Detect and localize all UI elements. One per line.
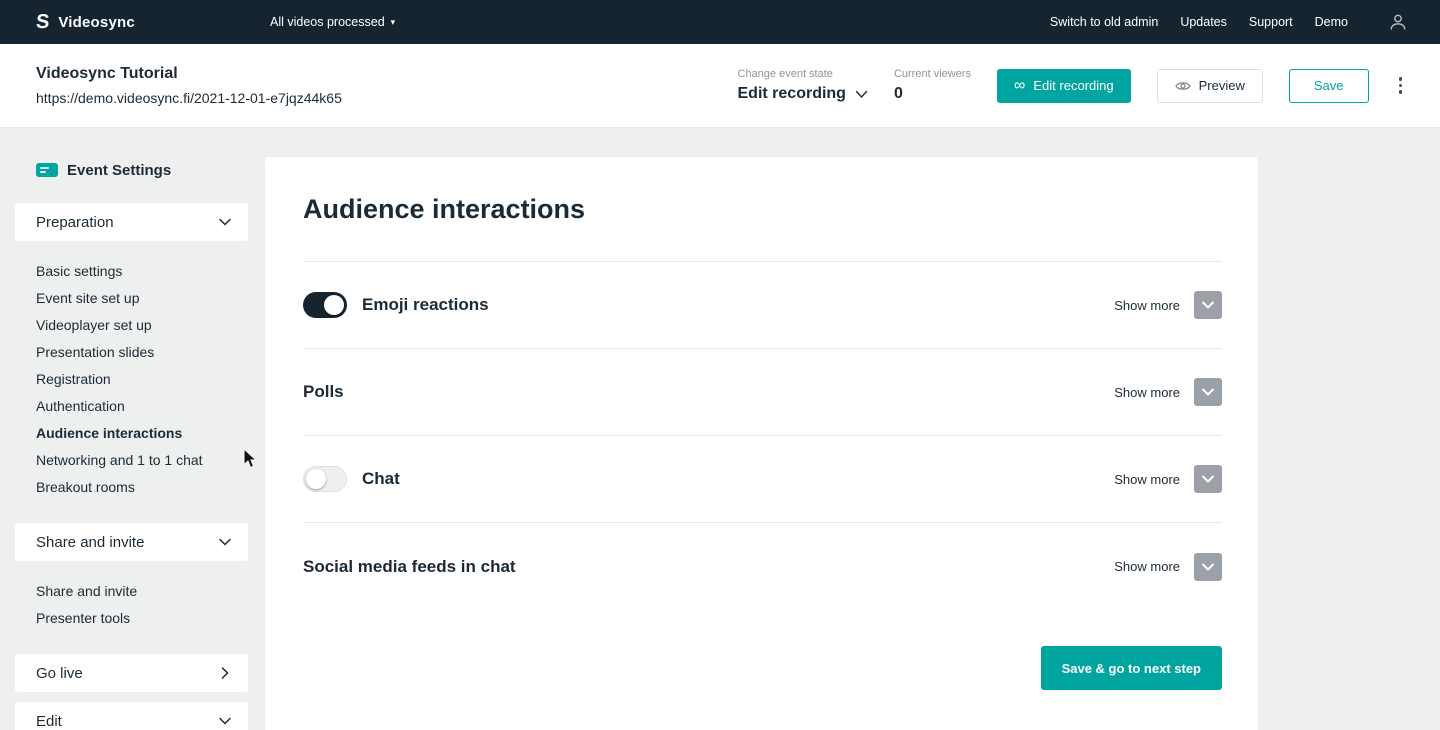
current-viewers-count: 0 — [894, 85, 971, 103]
event-state-value: Edit recording — [738, 85, 846, 103]
save-button[interactable]: Save — [1289, 69, 1369, 103]
link-support[interactable]: Support — [1249, 15, 1293, 29]
sidebar-item-event-site-set-up[interactable]: Event site set up — [36, 285, 248, 312]
videos-processed-label: All videos processed — [270, 15, 385, 29]
feature-label: Chat — [362, 469, 400, 489]
sidebar-item-networking-1to1-chat[interactable]: Networking and 1 to 1 chat — [36, 447, 248, 474]
feature-label: Emoji reactions — [362, 295, 489, 315]
preparation-items: Basic settings Event site set up Videopl… — [15, 258, 248, 501]
sidebar-item-authentication[interactable]: Authentication — [36, 393, 248, 420]
chevron-down-icon — [219, 538, 231, 546]
sidebar: Event Settings Preparation Basic setting… — [15, 155, 248, 730]
sidebar-item-share-and-invite[interactable]: Share and invite — [36, 578, 248, 605]
sidebar-section-go-live[interactable]: Go live — [15, 654, 248, 692]
preparation-label: Preparation — [36, 214, 114, 231]
expand-row-button[interactable] — [1194, 378, 1222, 406]
chevron-down-icon — [855, 90, 868, 99]
eye-icon — [1175, 80, 1191, 92]
expand-row-button[interactable] — [1194, 291, 1222, 319]
show-more-link[interactable]: Show more — [1114, 298, 1180, 313]
feature-row-chat: Chat Show more — [303, 436, 1222, 523]
recording-link-icon: ∞ — [1014, 78, 1025, 94]
event-state-label: Change event state — [738, 68, 868, 80]
sidebar-item-basic-settings[interactable]: Basic settings — [36, 258, 248, 285]
event-header: Videosync Tutorial https://demo.videosyn… — [0, 44, 1440, 127]
link-switch-old-admin[interactable]: Switch to old admin — [1050, 15, 1158, 29]
event-settings-heading-label: Event Settings — [67, 162, 171, 179]
videos-processed-dropdown[interactable]: All videos processed ▾ — [270, 15, 395, 29]
chevron-down-icon — [219, 218, 231, 226]
current-viewers-label: Current viewers — [894, 68, 971, 80]
show-more-link[interactable]: Show more — [1114, 385, 1180, 400]
emoji-reactions-toggle[interactable] — [303, 292, 347, 318]
sidebar-section-share-and-invite[interactable]: Share and invite — [15, 523, 248, 561]
go-live-label: Go live — [36, 665, 83, 682]
topbar: S Videosync All videos processed ▾ Switc… — [0, 0, 1440, 44]
save-and-next-step-button[interactable]: Save & go to next step — [1041, 646, 1222, 690]
chevron-right-icon — [221, 667, 229, 679]
expand-row-button[interactable] — [1194, 465, 1222, 493]
feature-row-polls: Polls Show more — [303, 349, 1222, 436]
feature-label: Polls — [303, 382, 344, 402]
sidebar-section-preparation[interactable]: Preparation — [15, 203, 248, 241]
audience-interactions-panel: Audience interactions Emoji reactions Sh… — [265, 157, 1258, 730]
chat-toggle[interactable] — [303, 466, 347, 492]
share-and-invite-items: Share and invite Presenter tools — [15, 578, 248, 632]
sidebar-item-audience-interactions[interactable]: Audience interactions — [36, 420, 248, 447]
share-and-invite-label: Share and invite — [36, 534, 144, 551]
more-options-kebab-icon[interactable] — [1395, 73, 1407, 98]
sidebar-item-presenter-tools[interactable]: Presenter tools — [36, 605, 248, 632]
edit-recording-button[interactable]: ∞ Edit recording — [997, 69, 1131, 103]
caret-down-icon: ▾ — [391, 18, 396, 27]
edit-recording-button-label: Edit recording — [1033, 78, 1113, 93]
link-updates[interactable]: Updates — [1180, 15, 1227, 29]
brand-name: Videosync — [58, 14, 135, 31]
event-info: Videosync Tutorial https://demo.videosyn… — [36, 65, 342, 106]
feature-row-emoji-reactions: Emoji reactions Show more — [303, 262, 1222, 349]
event-settings-heading: Event Settings — [15, 155, 248, 185]
event-settings-icon — [36, 162, 58, 178]
preview-button-label: Preview — [1199, 78, 1245, 93]
preview-button[interactable]: Preview — [1157, 69, 1263, 103]
sidebar-item-presentation-slides[interactable]: Presentation slides — [36, 339, 248, 366]
current-viewers-block: Current viewers 0 — [894, 68, 971, 103]
show-more-link[interactable]: Show more — [1114, 472, 1180, 487]
edit-label: Edit — [36, 713, 62, 730]
sidebar-item-breakout-rooms[interactable]: Breakout rooms — [36, 474, 248, 501]
feature-label: Social media feeds in chat — [303, 557, 516, 577]
show-more-link[interactable]: Show more — [1114, 559, 1180, 574]
link-demo[interactable]: Demo — [1315, 15, 1348, 29]
save-button-label: Save — [1314, 78, 1344, 93]
event-title: Videosync Tutorial — [36, 65, 342, 83]
sidebar-section-edit[interactable]: Edit — [15, 702, 248, 730]
feature-row-social-media-feeds: Social media feeds in chat Show more — [303, 523, 1222, 610]
expand-row-button[interactable] — [1194, 553, 1222, 581]
sidebar-item-videoplayer-set-up[interactable]: Videoplayer set up — [36, 312, 248, 339]
event-url[interactable]: https://demo.videosync.fi/2021-12-01-e7j… — [36, 90, 342, 106]
brand[interactable]: S Videosync — [36, 12, 135, 32]
topbar-links: Switch to old admin Updates Support Demo — [1050, 15, 1348, 29]
chevron-down-icon — [219, 717, 231, 725]
event-state-block: Change event state Edit recording — [738, 68, 868, 103]
videosync-logo-icon: S — [35, 12, 50, 32]
sidebar-item-registration[interactable]: Registration — [36, 366, 248, 393]
event-state-dropdown[interactable]: Edit recording — [738, 85, 868, 103]
user-account-icon[interactable] — [1388, 12, 1408, 32]
page-title: Audience interactions — [303, 157, 1222, 225]
